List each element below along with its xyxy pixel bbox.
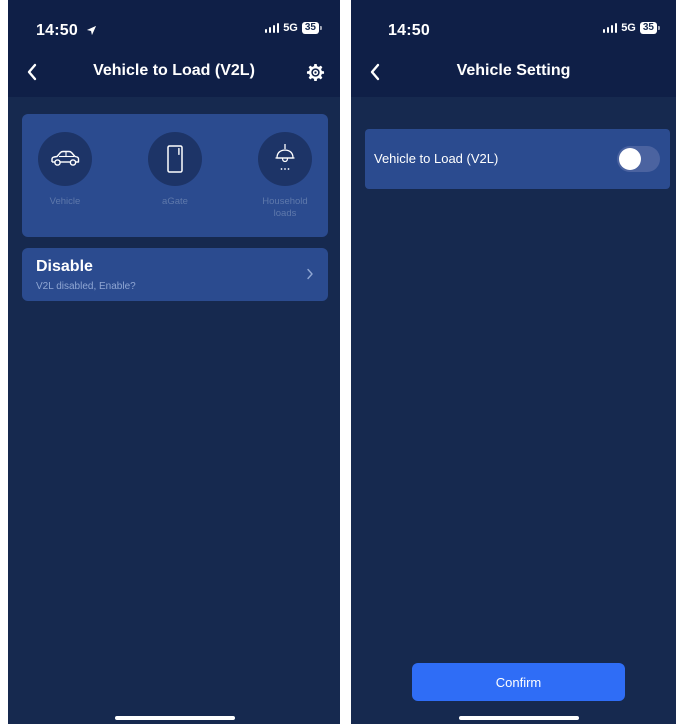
flow-node-household: Household loads xyxy=(250,132,320,220)
location-arrow-icon xyxy=(86,25,96,36)
network-type: 5G xyxy=(283,22,298,34)
battery-level: 35 xyxy=(639,22,657,34)
network-type: 5G xyxy=(621,22,636,34)
status-subtitle: V2L disabled, Enable? xyxy=(36,281,136,292)
v2l-setting-label: Vehicle to Load (V2L) xyxy=(374,151,499,166)
gear-icon[interactable] xyxy=(306,63,325,82)
v2l-screen: 14:50 5G 35 Vehicle to Load (V2L) Vehicl… xyxy=(8,0,340,724)
status-indicators: 5G 35 xyxy=(264,22,322,34)
flow-label-agate: aGate xyxy=(162,196,188,207)
home-indicator xyxy=(115,716,235,720)
header-bar xyxy=(8,0,340,97)
status-title: Disable xyxy=(36,258,93,275)
status-time: 14:50 xyxy=(388,22,430,39)
chevron-right-icon xyxy=(307,268,313,280)
v2l-setting-row: Vehicle to Load (V2L) xyxy=(365,129,670,189)
flow-node-agate: aGate xyxy=(140,132,210,208)
status-time: 14:50 xyxy=(36,22,97,40)
lamp-icon xyxy=(275,144,295,170)
page-title: Vehicle Setting xyxy=(456,62,571,79)
battery-icon: 35 xyxy=(301,22,322,34)
energy-flow-card: Vehicle aGate Household loads xyxy=(22,114,328,237)
home-indicator xyxy=(459,716,579,720)
agate-device-icon xyxy=(167,145,183,173)
status-indicators: 5G 35 xyxy=(602,22,660,34)
v2l-status-row[interactable]: Disable V2L disabled, Enable? xyxy=(22,248,328,301)
signal-icon xyxy=(602,23,618,33)
v2l-toggle[interactable] xyxy=(617,146,660,172)
page-title: Vehicle to Load (V2L) xyxy=(93,62,255,79)
car-icon xyxy=(51,150,80,166)
signal-icon xyxy=(264,23,280,33)
confirm-button[interactable]: Confirm xyxy=(412,663,625,701)
flow-label-vehicle: Vehicle xyxy=(49,196,81,207)
flow-label-household: Household loads xyxy=(262,196,308,219)
header-bar xyxy=(351,0,676,97)
toggle-knob xyxy=(619,148,641,170)
battery-level: 35 xyxy=(301,22,319,34)
vehicle-setting-screen: 14:50 5G 35 Vehicle Setting Vehicle to L… xyxy=(351,0,676,724)
battery-icon: 35 xyxy=(639,22,660,34)
flow-node-vehicle: Vehicle xyxy=(30,132,100,208)
